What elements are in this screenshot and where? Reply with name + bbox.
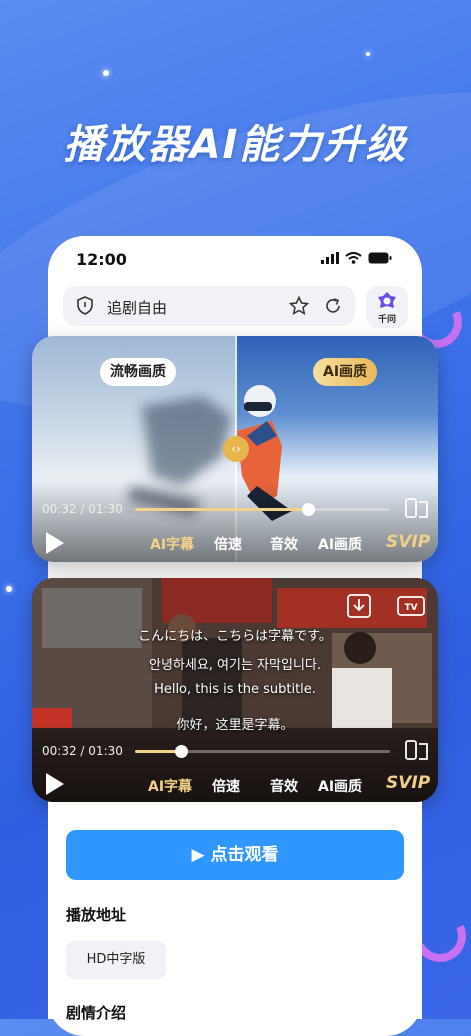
subtitle-korean: 안녕하세요, 여기는 자막입니다. [148, 658, 321, 673]
playback-time: 00:32 / 01:30 [42, 502, 123, 516]
synopsis-title: 剧情介绍 [66, 1004, 127, 1022]
ai-quality-tag: AI画质 [313, 358, 378, 386]
menu-ai-subtitle[interactable]: AI字幕 [150, 534, 194, 554]
bookmark-star-icon[interactable] [289, 296, 309, 316]
progress-bar[interactable] [135, 750, 390, 753]
page-headline: 播放器AI能力升级 [63, 122, 408, 168]
subtitle-english: Hello, this is the subtitle. [154, 682, 316, 697]
wifi-icon [345, 252, 362, 264]
subtitle-player[interactable]: TV こんにちは、こちらは字幕です。 안녕하세요, 여기는 자막입니다. Hel… [32, 578, 438, 802]
compare-slider-handle[interactable]: ‹› [223, 436, 249, 462]
menu-audio[interactable]: 音效 [270, 776, 298, 796]
play-address-title: 播放地址 [66, 906, 127, 924]
svip-badge: SVIP [386, 773, 431, 793]
assistant-logo-icon [378, 292, 396, 308]
address-text: 追剧自由 [107, 299, 168, 317]
quality-compare-player[interactable]: ‹› 流畅画质 AI画质 00:32 / 01:30 AI字幕 倍速 音效 AI… [32, 336, 438, 562]
battery-icon [368, 252, 392, 264]
menu-speed[interactable]: 倍速 [214, 534, 242, 554]
status-bar: 12:00 [48, 236, 422, 286]
source-chip[interactable]: HD中字版 [66, 941, 166, 979]
tv-cast-icon[interactable]: TV [397, 594, 425, 618]
status-time: 12:00 [76, 250, 127, 269]
play-icon[interactable] [46, 532, 64, 554]
sparkle-icon [6, 586, 12, 592]
assistant-button[interactable]: 千问 [366, 286, 408, 328]
shield-icon [77, 296, 93, 315]
sparkle-icon [103, 70, 109, 76]
menu-ai-quality[interactable]: AI画质 [318, 534, 362, 554]
svg-text:TV: TV [404, 603, 417, 613]
menu-audio[interactable]: 音效 [270, 534, 298, 554]
download-icon[interactable] [347, 594, 371, 618]
subtitle-japanese: こんにちは、こちらは字幕です。 [138, 629, 332, 644]
progress-bar[interactable] [135, 508, 390, 511]
progress-knob[interactable] [174, 745, 188, 758]
menu-ai-subtitle[interactable]: AI字幕 [148, 776, 192, 796]
watch-button[interactable]: ▶ 点击观看 [66, 830, 404, 880]
svip-badge: SVIP [386, 532, 431, 552]
sparkle-icon [366, 52, 370, 56]
playback-time: 00:32 / 01:30 [42, 744, 123, 758]
progress-fill [135, 508, 309, 511]
assistant-label: 千问 [377, 315, 396, 325]
play-icon[interactable] [46, 773, 64, 795]
menu-speed[interactable]: 倍速 [212, 776, 240, 796]
reload-icon[interactable] [323, 296, 343, 316]
address-bar[interactable]: 追剧自由 [63, 286, 355, 326]
smooth-quality-tag: 流畅画质 [100, 358, 176, 386]
detail-section: ▶ 点击观看 播放地址 HD中字版 剧情介绍 [48, 802, 422, 1022]
rotate-screen-icon[interactable] [405, 738, 429, 762]
menu-ai-quality[interactable]: AI画质 [318, 776, 362, 796]
signal-icon [321, 252, 339, 264]
rotate-screen-icon[interactable] [405, 496, 429, 520]
